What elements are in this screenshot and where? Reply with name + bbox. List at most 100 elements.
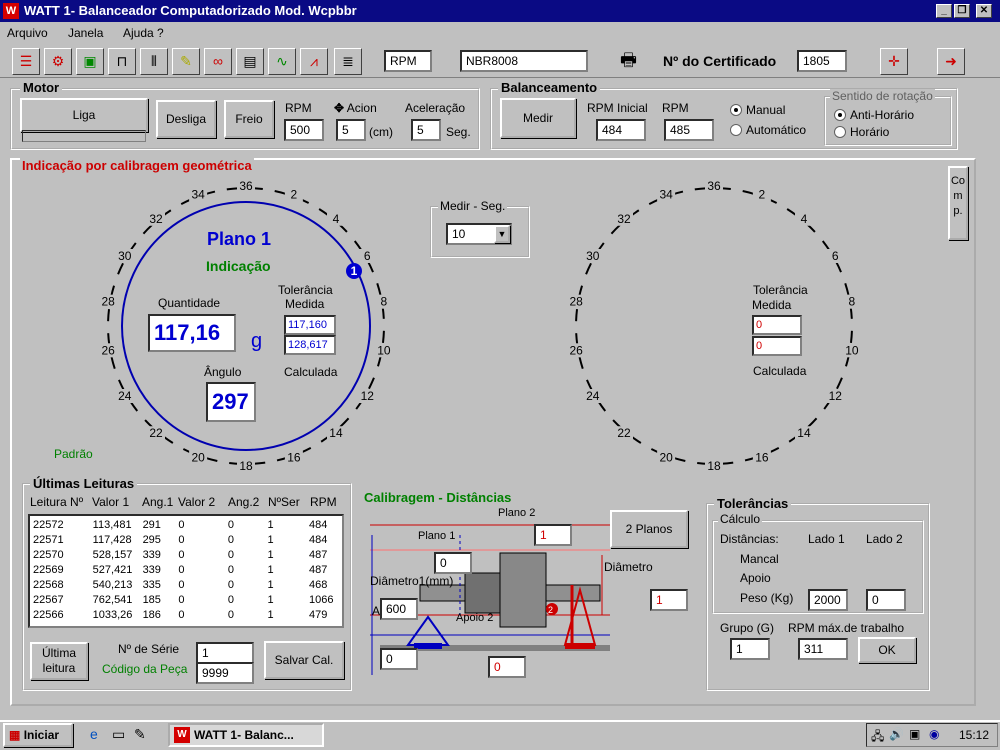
start-button[interactable]: ▦ Iniciar <box>3 723 73 747</box>
plano1-calculada-field: 128,617 <box>284 335 336 355</box>
table-cell: 0 <box>227 548 234 561</box>
table-row[interactable]: 22570 528,157 339 0 0 1 487 <box>31 547 341 562</box>
calib-bottom-field[interactable]: 0 <box>488 656 526 678</box>
dial1-tick-label: 8 <box>381 295 388 309</box>
dial2-tick-label: 32 <box>617 212 631 226</box>
table-row[interactable]: 22569 527,421 339 0 0 1 487 <box>31 562 341 577</box>
network-icon[interactable]: 🖧 <box>871 727 884 748</box>
dial1-tick-label: 30 <box>118 249 132 263</box>
apoio-field[interactable]: 0 <box>380 648 418 670</box>
table-cell: 1033,26 <box>92 608 133 621</box>
ultimas-list[interactable]: 22572 113,481 291 0 0 1 484 22571 117,428 295 0 0 1 4… <box>28 514 344 628</box>
calib-plano2-field[interactable]: 1 <box>534 524 572 546</box>
dial1-dash <box>142 224 153 235</box>
dial2-tick-label: 20 <box>659 451 673 465</box>
desktop-icon[interactable]: ▭ <box>112 726 125 743</box>
serie-field[interactable]: 1 <box>196 642 254 664</box>
table-row[interactable]: 22567 762,541 185 0 0 1 1066 <box>31 592 341 607</box>
dial2-dash <box>721 461 734 465</box>
lado1-label: Lado 1 <box>808 532 845 546</box>
rpm-max-field[interactable]: 311 <box>798 638 848 660</box>
dial1-tick-label: 28 <box>101 295 115 309</box>
dial1-dash <box>368 377 375 390</box>
dial2-tick-label: 12 <box>829 389 843 403</box>
chevron-down-icon[interactable]: ▼ <box>494 225 510 243</box>
dial2-dash <box>585 262 592 275</box>
plano2-calculada-label: Calculada <box>753 364 807 378</box>
dois-planos-button[interactable]: 2 Planos <box>610 510 688 548</box>
dial2-tick-label: 30 <box>586 249 600 263</box>
calib-plano1-field[interactable]: 0 <box>434 552 472 574</box>
table-cell: 1 <box>267 548 274 561</box>
col-leitura: Leitura Nº <box>30 495 84 509</box>
table-cell: 22567 <box>33 593 64 606</box>
table-row[interactable]: 22571 117,428 295 0 0 1 484 <box>31 532 341 547</box>
dial1-dash <box>226 187 239 191</box>
medir-seg-value: 10 <box>452 227 466 241</box>
grupo-field[interactable]: 1 <box>730 638 770 660</box>
table-row[interactable]: 22568 540,213 335 0 0 1 468 <box>31 577 341 592</box>
peso2-field[interactable]: 0 <box>866 589 906 611</box>
channel-icon[interactable]: ✎ <box>134 726 146 743</box>
dial1-tick-label: 6 <box>364 249 371 263</box>
diametro-label: Diâmetro <box>604 560 653 574</box>
dial2-tick-label: 28 <box>569 295 583 309</box>
ie-icon[interactable]: e <box>90 726 98 742</box>
a-field[interactable]: 600 <box>380 598 418 620</box>
dial1-tick-label: 10 <box>377 343 391 357</box>
task-button[interactable]: W WATT 1- Balanc... <box>168 723 324 747</box>
volume-icon[interactable]: 🔊 <box>889 727 904 741</box>
table-cell: 487 <box>309 548 328 561</box>
table-cell: 484 <box>309 518 328 531</box>
settings-icon[interactable]: ◉ <box>929 727 939 741</box>
table-cell: 762,541 <box>92 593 133 606</box>
serie-label: Nº de Série <box>118 642 180 656</box>
table-cell: 0 <box>178 548 185 561</box>
table-cell: 1 <box>267 593 274 606</box>
apoio-label: Apoio <box>740 571 771 585</box>
dial2-dash <box>694 187 707 191</box>
dial1-tick-label: 12 <box>361 389 375 403</box>
dial1-dash <box>110 356 116 369</box>
calib-plano2-label: Plano 2 <box>498 507 536 519</box>
table-cell: 528,157 <box>92 548 133 561</box>
dial1-dash <box>274 190 287 195</box>
table-cell: 0 <box>227 578 234 591</box>
dial2-dash <box>742 190 755 195</box>
col-valor1: Valor 1 <box>92 495 130 509</box>
table-row[interactable]: 22572 113,481 291 0 0 1 484 <box>31 517 341 532</box>
dial1-dash <box>107 309 111 322</box>
dial1-tick-label: 24 <box>118 389 132 403</box>
table-row[interactable]: 22566 1033,26 186 0 0 1 479 <box>31 607 341 622</box>
ok-button[interactable]: OK <box>858 637 916 663</box>
table-cell: 185 <box>142 593 161 606</box>
tray: 🖧 🔊 ▣ ◉ 15:12 <box>866 723 998 747</box>
dial2-tick-label: 22 <box>617 426 631 440</box>
dial1-dash <box>381 330 385 343</box>
ultimas-header: Leitura Nº Valor 1 Ang.1 Valor 2 Ang.2 N… <box>28 495 344 511</box>
dial2-tick-label: 18 <box>707 459 721 473</box>
table-cell: 540,213 <box>92 578 133 591</box>
table-cell: 339 <box>142 548 161 561</box>
peso1-field[interactable]: 2000 <box>808 589 848 611</box>
col-valor2: Valor 2 <box>178 495 216 509</box>
dial2-dash <box>673 457 686 462</box>
grupo-label: Grupo (G) <box>720 621 775 635</box>
table-cell: 1 <box>267 518 274 531</box>
salvar-cal-button[interactable]: Salvar Cal. <box>264 641 344 679</box>
dial2-dash <box>844 283 850 296</box>
codigo-field[interactable]: 9999 <box>196 662 254 684</box>
dial2-tick-label: 36 <box>707 179 721 193</box>
dial1-tick-label: 20 <box>191 451 205 465</box>
display-icon[interactable]: ▣ <box>909 727 920 741</box>
ultimas-table: 22572 113,481 291 0 0 1 484 22571 117,428 295 0 0 1 4… <box>31 517 341 622</box>
dial2-dash <box>578 356 584 369</box>
table-cell: 1 <box>267 608 274 621</box>
quantidade-unit: g <box>251 330 263 352</box>
diametro-field[interactable]: 1 <box>650 589 688 611</box>
table-cell: 0 <box>227 593 234 606</box>
dial2-dash <box>849 330 853 343</box>
dial1-tick-label: 18 <box>239 459 253 473</box>
ultima-leitura-button[interactable]: Última leitura <box>30 642 88 680</box>
table-cell: 484 <box>309 533 328 546</box>
